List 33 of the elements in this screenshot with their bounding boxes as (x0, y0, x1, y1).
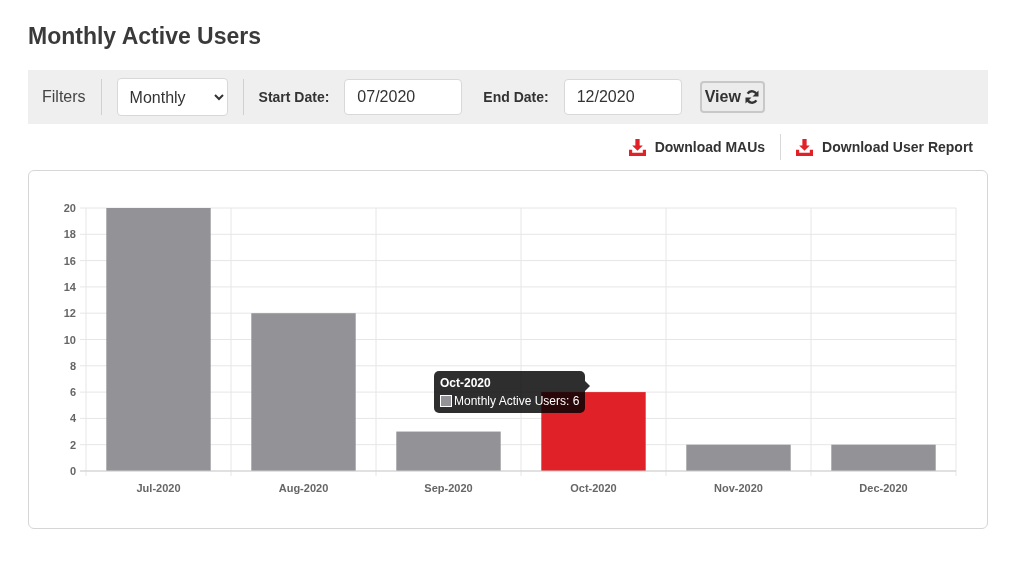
refresh-icon (743, 89, 760, 105)
filters-label: Filters (42, 88, 86, 106)
download-icon (628, 138, 646, 156)
x-tick-label: Jul-2020 (136, 482, 181, 494)
download-link[interactable]: Download MAUs (628, 138, 766, 156)
x-tick-label: Sep-2020 (424, 482, 473, 494)
x-tick-label: Oct-2020 (570, 482, 617, 494)
y-tick-label: 14 (63, 280, 76, 293)
y-tick-label: 20 (63, 202, 76, 214)
tooltip-label: Monthly Active Users: 6 (454, 394, 580, 408)
y-tick-label: 8 (69, 359, 76, 372)
x-tick-label: Nov-2020 (714, 482, 763, 494)
start-date-field[interactable]: 07/2020 (344, 79, 463, 115)
page-title: Monthly Active Users (28, 22, 263, 50)
y-tick-label: 2 (69, 438, 76, 451)
y-tick-label: 0 (69, 465, 76, 477)
y-tick-label: 10 (63, 333, 76, 346)
legend-swatch (440, 395, 452, 407)
y-tick-label: 12 (63, 307, 76, 320)
y-tick-label: 18 (63, 228, 76, 241)
tooltip-title: Oct-2020 (440, 376, 492, 390)
y-tick-label: 6 (69, 386, 76, 399)
end-date-label: End Date: (483, 89, 549, 105)
x-tick-label: Aug-2020 (278, 482, 329, 494)
view-button[interactable]: View (699, 81, 765, 113)
x-tick-label: Dec-2020 (859, 482, 908, 494)
y-tick-label: 4 (69, 412, 76, 425)
y-tick-label: 16 (63, 254, 76, 267)
download-icon (796, 138, 814, 156)
end-date-field[interactable]: 12/2020 (563, 79, 682, 115)
start-date-label: Start Date: (258, 89, 330, 105)
period-dropdown[interactable]: Monthly (116, 78, 228, 116)
download-link[interactable]: Download User Report (796, 138, 973, 156)
